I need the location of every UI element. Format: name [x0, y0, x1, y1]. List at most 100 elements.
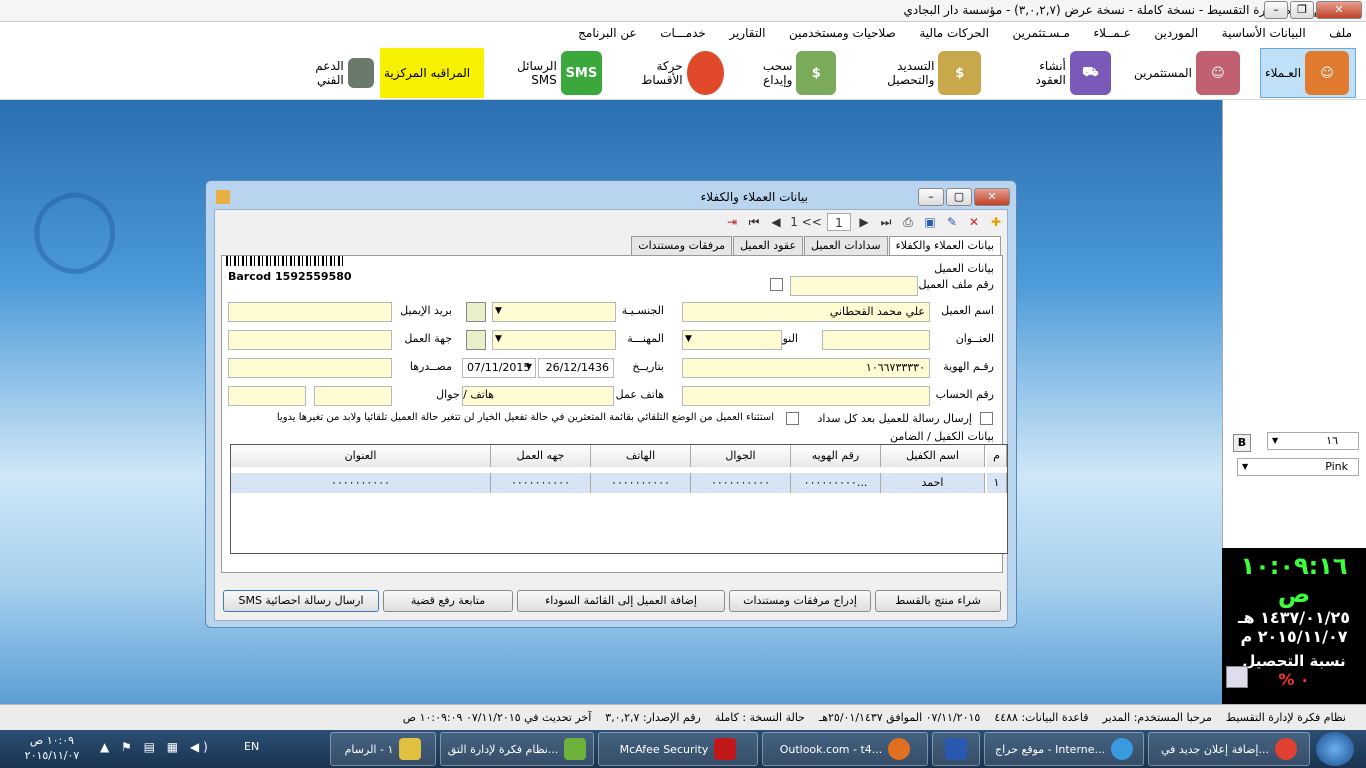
account-input[interactable]	[682, 386, 930, 406]
exit-icon[interactable]: ⇥	[723, 213, 741, 231]
next-record-button[interactable]: ▶	[855, 213, 873, 231]
tab-customer-data[interactable]: بيانات العملاء والكفلاء	[888, 236, 1001, 257]
status-edition: حالة النسخة : كاملة	[714, 711, 805, 724]
dialog-icon	[216, 190, 230, 204]
tab-attachments[interactable]: مرفقات ومستندات	[631, 236, 733, 256]
task-ie-haraj[interactable]: موقع حراج - Interne...	[984, 732, 1144, 766]
taskbar-clock[interactable]: ١٠:٠٩ ص ٢٠١٥/١١/٠٧	[16, 733, 88, 763]
toolbar-withdraw-deposit-button[interactable]: $ سحب وإيداع	[732, 48, 840, 98]
sms-after-payment-checkbox[interactable]	[980, 412, 993, 425]
toolbar-contracts-button[interactable]: ⛟ أنشاء العقود	[1005, 48, 1115, 98]
table-row[interactable]: ٠٠٠٠٠٠٠٠٠...	[791, 473, 881, 493]
table-row[interactable]: ٠٠٠٠٠٠٠٠٠٠	[591, 473, 691, 493]
blacklist-button[interactable]: إضافة العميل إلى القائمة السوداء	[517, 590, 725, 612]
table-row[interactable]: احمد	[881, 473, 985, 493]
prev-record-button[interactable]: ◀	[767, 213, 785, 231]
menu-file[interactable]: ملف	[1319, 22, 1362, 44]
toolbar-customers-button[interactable]: ☺ العـملاء	[1260, 48, 1356, 98]
print-icon[interactable]: ⎙	[899, 213, 917, 231]
task-paint[interactable]: ١ - الرسام	[330, 732, 436, 766]
customers-dialog: بيانات العملاء والكفلاء – ▢ ✕ ⇥ ⏮ ◀ 1 <<…	[205, 180, 1017, 628]
start-button[interactable]	[1316, 732, 1354, 766]
task-outlook[interactable]: Outlook.com - t4...	[762, 732, 928, 766]
bold-button[interactable]: B	[1233, 434, 1251, 452]
toolbar-monitor-button[interactable]: المراقبه المركزية	[380, 48, 484, 98]
grid-header-cell: اسم الكفيل	[881, 445, 985, 467]
barcode-image	[226, 256, 346, 266]
task-browser-ad[interactable]: إضافة إعلان جديد في...	[1148, 732, 1310, 766]
tab-payments[interactable]: سدادات العميل	[804, 236, 888, 256]
exclude-auto-checkbox[interactable]	[786, 412, 799, 425]
phone-input[interactable]	[228, 386, 306, 406]
record-navigator: ⇥ ⏮ ◀ 1 << 1 ▶ ⏭ ⎙ ▣ ✎ ✕ ✚	[723, 212, 1005, 232]
status-db: قاعدة البيانات: ٤٤٨٨	[994, 711, 1089, 724]
table-row[interactable]: ٠٠٠٠٠٠٠٠٠٠	[691, 473, 791, 493]
job-label: المهنـــة	[627, 332, 664, 345]
toolbar-investors-button[interactable]: ☺ المستثمرين	[1130, 48, 1250, 98]
task-fikra[interactable]: نظام فكرة لإدارة التق...	[440, 732, 594, 766]
buy-installment-button[interactable]: شراء منتج بالقسط	[875, 590, 1001, 612]
email-input[interactable]	[228, 302, 392, 322]
menu-permissions[interactable]: صلاحيات ومستخدمين	[779, 22, 906, 44]
gender-select[interactable]: ▼	[682, 330, 782, 350]
job-select[interactable]: ▼	[492, 330, 616, 350]
save-icon[interactable]: ▣	[921, 213, 939, 231]
source-input[interactable]	[228, 358, 392, 378]
file-no-checkbox[interactable]	[770, 278, 783, 291]
table-row[interactable]: ٠٠٠٠٠٠٠٠٠٠	[491, 473, 591, 493]
menu-reports[interactable]: التقارير	[719, 22, 775, 44]
gregorian-date-picker[interactable]: 07/11/2015 ▼	[462, 358, 536, 378]
dialog-title: بيانات العملاء والكفلاء	[700, 190, 808, 204]
sms-stats-button[interactable]: ارسال رسالة احصائية SMS	[223, 590, 379, 612]
hijri-date-input[interactable]: 26/12/1436	[538, 358, 614, 378]
font-size-select[interactable]: ▼ ١٦	[1267, 432, 1359, 450]
section-customer-title: بيانات العميل	[934, 262, 994, 275]
last-record-button[interactable]: ⏭	[877, 213, 895, 231]
language-indicator[interactable]: EN	[244, 740, 259, 753]
menu-about[interactable]: عن البرنامج	[568, 22, 647, 44]
dialog-minimize-button[interactable]: –	[918, 188, 944, 206]
table-row[interactable]: ٠٠٠٠٠٠٠٠٠٠	[231, 473, 491, 493]
id-no-input[interactable]: ١٠٦٦٧٣٣٣٣٠	[682, 358, 930, 378]
menu-customers[interactable]: عـمــلاء	[1083, 22, 1140, 44]
menu-suppliers[interactable]: الموردين	[1144, 22, 1208, 44]
add-job-icon[interactable]	[466, 330, 486, 350]
tray-icons[interactable]: ▲ ⚑ ▤ ▦ ◀)	[100, 740, 230, 756]
menu-investors[interactable]: مـسـتثمرين	[1003, 22, 1080, 44]
table-row[interactable]: ١	[987, 473, 1007, 493]
add-icon[interactable]: ✚	[987, 213, 1005, 231]
toolbar-sms-button[interactable]: SMS الرسائل SMS	[488, 48, 606, 98]
record-position-input[interactable]: 1	[827, 213, 851, 231]
employer-input[interactable]	[228, 330, 392, 350]
task-mcafee[interactable]: McAfee Security	[598, 732, 758, 766]
dialog-maximize-button[interactable]: ▢	[946, 188, 972, 206]
close-button[interactable]: ✕	[1316, 1, 1362, 19]
maximize-button[interactable]: ❐	[1290, 1, 1314, 19]
address-input[interactable]	[822, 330, 930, 350]
pie-chart-icon	[686, 51, 724, 95]
file-no-input[interactable]	[790, 276, 918, 296]
lawsuit-button[interactable]: متابعة رفع قضية	[383, 590, 513, 612]
menu-basic-data[interactable]: البيانات الأساسية	[1212, 22, 1316, 44]
delete-icon[interactable]: ✕	[965, 213, 983, 231]
task-word[interactable]	[932, 732, 980, 766]
nationality-select[interactable]: ▼	[492, 302, 616, 322]
add-nationality-icon[interactable]	[466, 302, 486, 322]
tab-contracts[interactable]: عقود العميل	[733, 236, 804, 256]
toolbar-support-button[interactable]: الدعم الفني	[288, 48, 378, 98]
color-select[interactable]: ▼ Pink	[1237, 458, 1359, 476]
minimize-button[interactable]: –	[1264, 1, 1288, 19]
address-label: العنــوان	[955, 332, 994, 345]
toolbar-payments-button[interactable]: $ التسديد والتحصيل	[845, 48, 985, 98]
mobile-input[interactable]	[314, 386, 392, 406]
clock-panel: ١٠:٠٩:١٦ ص ١٤٣٧/٠١/٢٥ هـ ٢٠١٥/١١/٠٧ م نس…	[1222, 548, 1366, 704]
first-record-button[interactable]: ⏮	[745, 213, 763, 231]
menu-financial[interactable]: الحركات مالية	[909, 22, 999, 44]
calculator-icon[interactable]	[1226, 666, 1248, 688]
toolbar-installments-button[interactable]: حركة الأقساط	[618, 48, 728, 98]
add-attachments-button[interactable]: إدراج مرفقات ومستندات	[729, 590, 871, 612]
edit-icon[interactable]: ✎	[943, 213, 961, 231]
dialog-close-button[interactable]: ✕	[974, 188, 1010, 206]
name-input[interactable]: علي محمد القحطاني	[682, 302, 930, 322]
menu-services[interactable]: خدمـــات	[650, 22, 716, 44]
